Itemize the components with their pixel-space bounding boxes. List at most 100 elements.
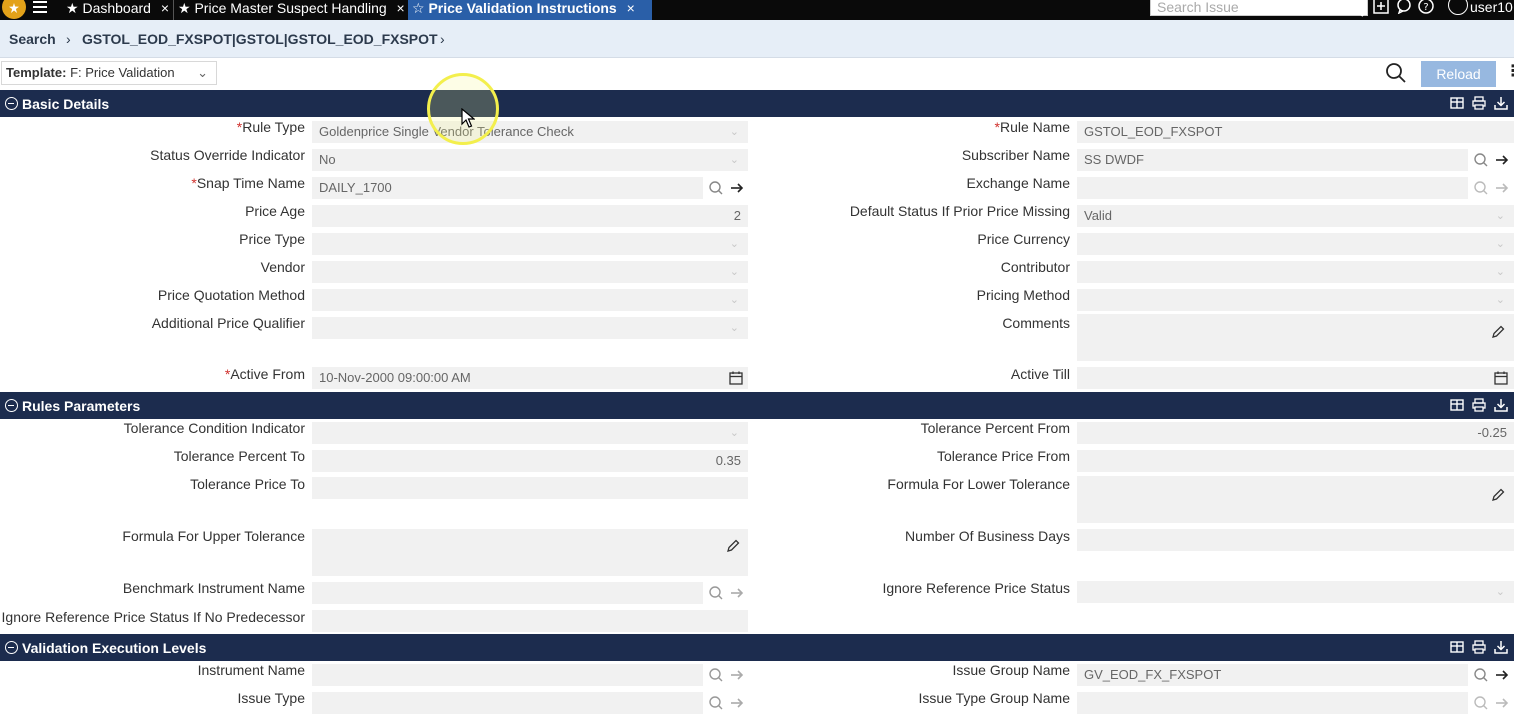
collapse-icon[interactable] <box>5 97 18 110</box>
app-logo-icon[interactable] <box>2 0 26 19</box>
layout-icon[interactable] <box>1450 398 1464 412</box>
price-quotation-method-label: Price Quotation Method <box>157 287 305 303</box>
issue-type-input[interactable] <box>312 692 703 714</box>
download-icon[interactable] <box>1494 96 1508 110</box>
search-icon[interactable] <box>1473 152 1489 168</box>
breadcrumb-search-link[interactable]: Search <box>9 31 56 47</box>
vendor-select[interactable]: ⌄ <box>312 261 748 283</box>
search-icon[interactable] <box>1473 180 1489 196</box>
additional-price-qualifier-select[interactable]: ⌄ <box>312 317 748 339</box>
issue-type-group-name-input[interactable] <box>1077 692 1468 714</box>
collapse-icon[interactable] <box>5 399 18 412</box>
comments-textarea[interactable] <box>1077 314 1514 361</box>
contributor-select[interactable]: ⌄ <box>1077 261 1514 283</box>
price-age-label: Price Age <box>245 203 305 219</box>
search-icon[interactable] <box>708 695 724 711</box>
price-quotation-method-select[interactable]: ⌄ <box>312 289 748 311</box>
mouse-pointer-icon <box>461 108 475 128</box>
formula-for-upper-tolerance-textarea[interactable] <box>312 529 748 576</box>
benchmark-instrument-name-input[interactable] <box>312 582 703 604</box>
status-override-indicator-label: Status Override Indicator <box>150 147 305 163</box>
close-icon[interactable]: × <box>627 0 635 16</box>
instrument-name-input[interactable] <box>312 664 703 686</box>
template-select[interactable]: Template: F: Price Validation ⌄ <box>1 61 217 85</box>
number-of-business-days-input[interactable] <box>1077 529 1514 551</box>
chat-icon[interactable] <box>1396 0 1412 14</box>
search-icon[interactable] <box>708 180 724 196</box>
close-icon[interactable]: × <box>161 0 169 16</box>
top-navigation-bar: ★ Dashboard × ★ Price Master Suspect Han… <box>0 0 1514 20</box>
tab-dashboard[interactable]: ★ Dashboard × <box>66 0 169 20</box>
arrow-right-icon[interactable] <box>729 180 745 196</box>
exchange-name-input[interactable] <box>1077 177 1468 199</box>
tolerance-percent-from-input[interactable]: -0.25 <box>1077 422 1514 444</box>
edit-pencil-icon[interactable] <box>725 538 741 554</box>
search-icon[interactable] <box>1345 0 1365 18</box>
arrow-right-icon[interactable] <box>1494 667 1510 683</box>
search-icon[interactable] <box>708 667 724 683</box>
arrow-right-icon[interactable] <box>729 667 745 683</box>
edit-pencil-icon[interactable] <box>1490 487 1506 503</box>
tolerance-price-to-input[interactable] <box>312 477 748 499</box>
tolerance-price-from-input[interactable] <box>1077 450 1514 472</box>
issue-group-name-input[interactable]: GV_EOD_FX_FXSPOT <box>1077 664 1468 686</box>
arrow-right-icon[interactable] <box>729 585 745 601</box>
calendar-icon[interactable] <box>728 370 744 386</box>
chevron-down-icon: ⌄ <box>729 427 739 439</box>
pricing-method-select[interactable]: ⌄ <box>1077 289 1514 311</box>
arrow-right-icon[interactable] <box>729 695 745 711</box>
rule-type-select[interactable]: Goldenprice Single Vendor Tolerance Chec… <box>312 121 748 143</box>
ignore-reference-price-status-if-no-predecessor-input[interactable] <box>312 610 748 632</box>
section-header-validation-execution-levels[interactable]: Validation Execution Levels <box>0 634 1514 661</box>
search-icon[interactable] <box>1473 667 1489 683</box>
search-icon[interactable] <box>1473 695 1489 711</box>
calendar-icon[interactable] <box>1493 370 1509 386</box>
arrow-right-icon[interactable] <box>1494 180 1510 196</box>
tab-price-master-suspect-handling[interactable]: ★ Price Master Suspect Handling × <box>178 0 405 20</box>
tolerance-condition-indicator-select[interactable]: ⌄ <box>312 422 748 444</box>
active-from-input[interactable]: 10-Nov-2000 09:00:00 AM <box>312 367 748 389</box>
reload-button[interactable]: Reload <box>1421 61 1496 87</box>
subscriber-name-input[interactable]: SS DWDF <box>1077 149 1468 171</box>
print-icon[interactable] <box>1472 398 1486 412</box>
edit-pencil-icon[interactable] <box>1490 324 1506 340</box>
close-icon[interactable]: × <box>397 0 405 16</box>
search-icon[interactable] <box>708 585 724 601</box>
price-currency-select[interactable]: ⌄ <box>1077 233 1514 255</box>
arrow-right-icon[interactable] <box>1494 152 1510 168</box>
user-name[interactable]: user10 <box>1470 0 1513 15</box>
active-till-input[interactable] <box>1077 367 1514 389</box>
arrow-right-icon[interactable] <box>1494 695 1510 711</box>
download-icon[interactable] <box>1494 640 1508 654</box>
more-options-icon[interactable]: ⋮ <box>1505 61 1514 81</box>
ignore-reference-price-status-select[interactable]: ⌄ <box>1077 581 1514 603</box>
add-icon[interactable] <box>1373 0 1389 14</box>
download-icon[interactable] <box>1494 398 1508 412</box>
search-icon[interactable] <box>1385 62 1407 84</box>
contributor-label: Contributor <box>1000 259 1070 275</box>
tolerance-percent-to-input[interactable]: 0.35 <box>312 450 748 472</box>
help-icon[interactable]: ? <box>1418 0 1434 14</box>
snap-time-name-input[interactable]: DAILY_1700 <box>312 177 703 199</box>
price-type-select[interactable]: ⌄ <box>312 233 748 255</box>
section-header-rules-parameters[interactable]: Rules Parameters <box>0 392 1514 419</box>
print-icon[interactable] <box>1472 640 1486 654</box>
print-icon[interactable] <box>1472 96 1486 110</box>
active-till-label: Active Till <box>1010 366 1070 382</box>
additional-price-qualifier-label: Additional Price Qualifier <box>151 315 305 331</box>
section-header-basic-details[interactable]: Basic Details <box>0 90 1514 117</box>
rule-name-input[interactable]: GSTOL_EOD_FXSPOT <box>1077 121 1514 143</box>
active-from-label: *Active From <box>224 366 305 382</box>
breadcrumb-current[interactable]: GSTOL_EOD_FXSPOT|GSTOL|GSTOL_EOD_FXSPOT <box>82 31 438 47</box>
default-status-if-prior-price-missing-select[interactable]: Valid ⌄ <box>1077 205 1514 227</box>
tab-price-validation-instructions[interactable]: ☆ Price Validation Instructions × <box>408 0 652 20</box>
collapse-icon[interactable] <box>5 641 18 654</box>
hamburger-menu-icon[interactable] <box>33 1 47 13</box>
status-override-indicator-select[interactable]: No ⌄ <box>312 149 748 171</box>
formula-for-lower-tolerance-textarea[interactable] <box>1077 476 1514 523</box>
user-avatar-icon[interactable] <box>1448 0 1468 15</box>
search-issue-input[interactable]: Search Issue <box>1150 0 1368 16</box>
layout-icon[interactable] <box>1450 640 1464 654</box>
layout-icon[interactable] <box>1450 96 1464 110</box>
price-age-input[interactable]: 2 <box>312 205 748 227</box>
